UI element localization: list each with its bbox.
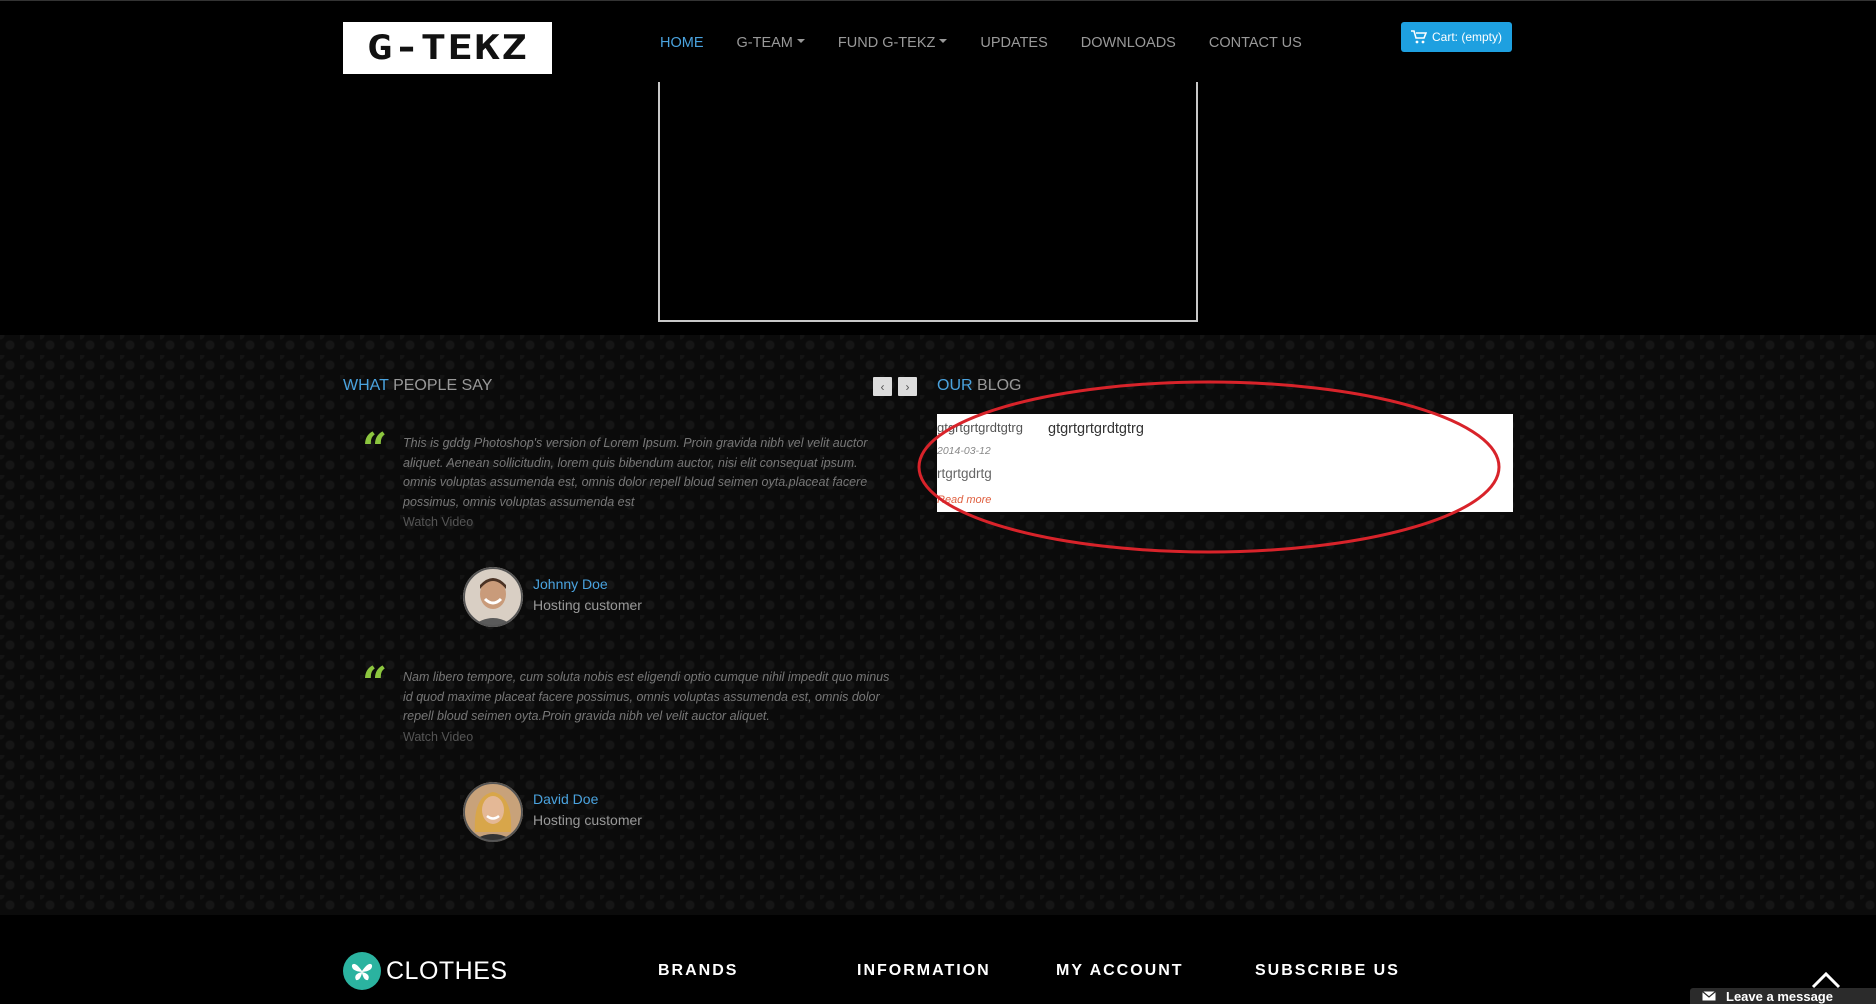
nav-item-label: HOME	[660, 35, 704, 51]
leave-message-button[interactable]: Leave a message	[1690, 988, 1876, 1004]
site-footer	[0, 915, 1876, 1004]
butterfly-icon	[343, 952, 381, 990]
nav-item-label: DOWNLOADS	[1080, 35, 1176, 51]
blog-title: OUR BLOG	[937, 377, 1022, 394]
testimonials-prev-button[interactable]: ‹	[873, 377, 892, 396]
nav-item-updates[interactable]: UPDATES	[980, 31, 1047, 55]
watch-video-link[interactable]: Watch Video	[403, 730, 473, 744]
nav-item-label: CONTACT US	[1208, 35, 1302, 51]
footer-logo-text: CLOTHES	[386, 956, 508, 985]
testimonial-author[interactable]: David Doe	[533, 791, 598, 807]
site-logo[interactable]: G-TEKZ	[343, 22, 552, 74]
cart-label: Cart: (empty)	[1431, 30, 1502, 44]
chevron-right-icon: ›	[905, 379, 910, 394]
envelope-icon	[1702, 991, 1716, 1001]
footer-heading-brands: BRANDS	[658, 962, 739, 979]
testimonial-role: Hosting customer	[533, 597, 642, 613]
nav-item-label: UPDATES	[980, 35, 1048, 51]
blog-post-card: gtgrtgrtgrdtgtrg gtgrtgrtgrdtgtrg 2014-0…	[937, 414, 1513, 512]
nav-item-fund[interactable]: FUND G-TEKZ	[837, 31, 948, 55]
quote-icon: “	[362, 658, 388, 709]
chevron-left-icon: ‹	[880, 379, 885, 394]
testimonials-next-button[interactable]: ›	[898, 377, 917, 396]
testimonial-role: Hosting customer	[533, 812, 642, 828]
testimonial-quote: This is gddg Photoshop's version of Lore…	[403, 436, 868, 509]
footer-logo[interactable]: CLOTHES	[343, 952, 508, 990]
nav-item-label: G-TEAM	[736, 35, 793, 51]
cart-icon	[1410, 30, 1427, 44]
avatar-image	[463, 567, 523, 627]
cart-button[interactable]: Cart: (empty)	[1401, 22, 1512, 52]
nav-item-contact[interactable]: CONTACT US	[1209, 31, 1302, 55]
quote-icon: “	[362, 424, 388, 475]
caret-down-icon	[796, 39, 805, 43]
nav-item-label: FUND G-TEKZ	[837, 35, 936, 51]
nav-item-downloads[interactable]: DOWNLOADS	[1081, 31, 1176, 55]
caret-down-icon	[939, 39, 948, 43]
testimonials-title: WHAT PEOPLE SAY	[343, 377, 493, 394]
footer-heading-information: INFORMATION	[857, 962, 991, 979]
avatar-image	[463, 782, 523, 842]
logo-text: G-TEKZ	[366, 28, 529, 68]
avatar	[463, 782, 523, 842]
blog-post-date: 2014-03-12	[937, 445, 991, 457]
nav-item-g-team[interactable]: G-TEAM	[737, 31, 805, 55]
footer-heading-subscribe: SUBSCRIBE US	[1255, 962, 1400, 979]
blog-post-thumbnail-text: gtgrtgrtgrdtgtrg	[937, 420, 1023, 435]
read-more-link[interactable]: Read more	[937, 494, 991, 506]
blog-post-title[interactable]: gtgrtgrtgrdtgtrg	[1048, 421, 1144, 437]
avatar	[463, 567, 523, 627]
video-player[interactable]	[658, 82, 1198, 322]
main-nav: HOME G-TEAM FUND G-TEKZ UPDATES DOWNLOAD…	[660, 31, 1335, 55]
blog-post-excerpt: rtgrtgdrtg	[937, 466, 992, 481]
testimonial-quote: Nam libero tempore, cum soluta nobis est…	[403, 670, 890, 723]
testimonial-author[interactable]: Johnny Doe	[533, 576, 608, 592]
nav-item-home[interactable]: HOME	[660, 31, 704, 55]
watch-video-link[interactable]: Watch Video	[403, 515, 473, 529]
footer-heading-account: MY ACCOUNT	[1056, 962, 1184, 979]
leave-message-label: Leave a message	[1726, 988, 1833, 1004]
site-header: G-TEKZ HOME G-TEAM FUND G-TEKZ UPDATES D…	[0, 0, 1876, 82]
